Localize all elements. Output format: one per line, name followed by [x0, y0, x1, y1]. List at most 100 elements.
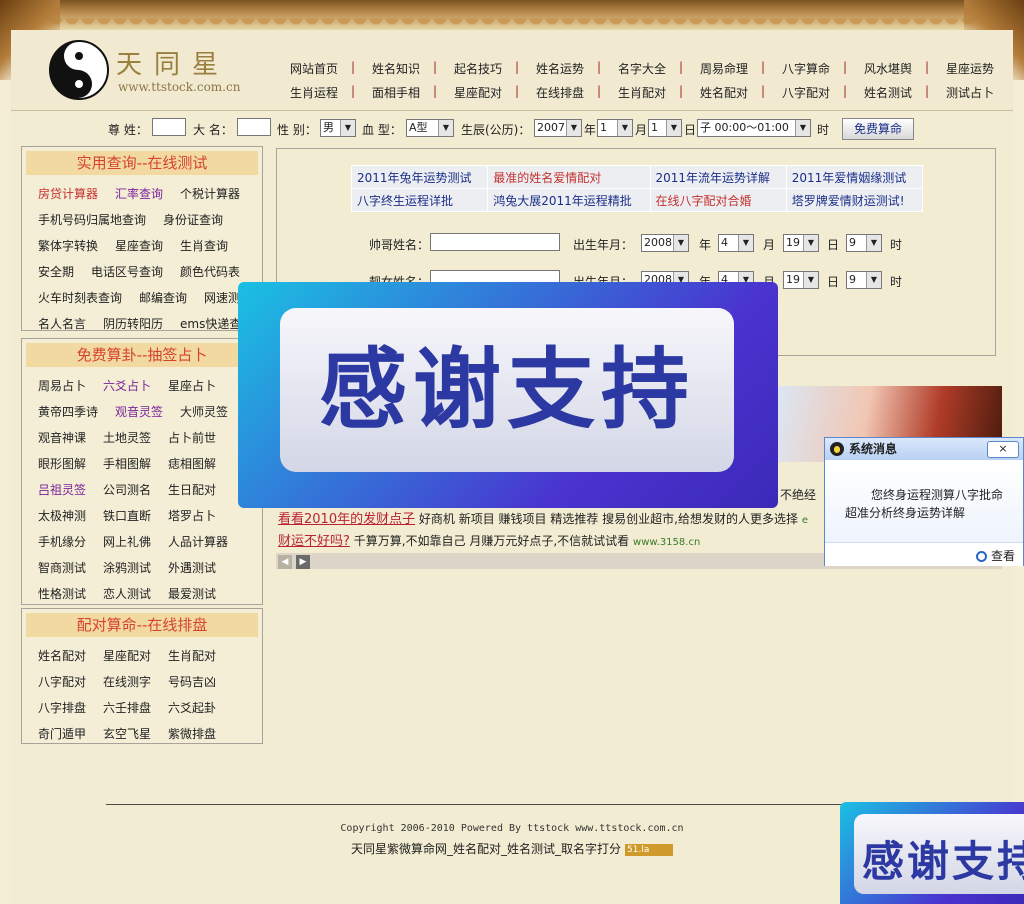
sidebar-link[interactable]: 公司测名 — [103, 477, 151, 503]
sidebar-link[interactable]: 生肖配对 — [168, 643, 216, 669]
featured-link[interactable]: 最准的姓名爱情配对 — [487, 165, 651, 189]
female-hour-select[interactable]: 9 ▼ — [846, 271, 882, 289]
sidebar-link[interactable]: 在线测字 — [103, 669, 151, 695]
nav-link[interactable]: 姓名运势 — [515, 60, 601, 77]
message-line-2[interactable]: 超准分析终身运势详解 — [845, 504, 965, 521]
featured-link[interactable]: 塔罗牌爱情财运测试! — [785, 188, 924, 212]
birth-hour-select[interactable]: 子 00:00～01:00 ▼ — [697, 119, 811, 137]
sidebar-link[interactable]: 黄帝四季诗 — [38, 399, 98, 425]
nav-link[interactable]: 风水堪舆 — [843, 60, 929, 77]
featured-link[interactable]: 2011年流年运势详解 — [649, 165, 787, 189]
sidebar-link[interactable]: 网上礼佛 — [103, 529, 151, 555]
featured-link[interactable]: 2011年爱情姻缘测试 — [785, 165, 924, 189]
male-year-select[interactable]: 2008 ▼ — [641, 234, 689, 252]
nav-link[interactable]: 姓名知识 — [351, 60, 437, 77]
male-hour-select[interactable]: 9 ▼ — [846, 234, 882, 252]
name-input[interactable] — [237, 118, 271, 136]
nav-link[interactable]: 面相手相 — [351, 84, 437, 101]
stats-badge[interactable]: 51.la — [625, 843, 673, 856]
sidebar-link[interactable]: 性格测试 — [38, 581, 86, 607]
featured-link[interactable]: 鸿兔大展2011年运程精批 — [487, 188, 651, 212]
sidebar-link[interactable]: 星座配对 — [103, 643, 151, 669]
sidebar-link[interactable]: 六壬排盘 — [103, 695, 151, 721]
nav-link[interactable]: 生肖运程 — [273, 84, 355, 101]
birth-month-select[interactable]: 1 ▼ — [597, 119, 633, 137]
gender-select[interactable]: 男 ▼ — [320, 119, 356, 137]
sidebar-link[interactable]: 房贷计算器 — [38, 181, 98, 207]
sidebar-link[interactable]: 八字配对 — [38, 669, 86, 695]
thanks-popup-small[interactable]: 感谢支持 — [840, 802, 1024, 904]
sidebar-link[interactable]: 痣相图解 — [168, 451, 216, 477]
sidebar-link[interactable]: 铁口直断 — [103, 503, 151, 529]
sidebar-link[interactable]: 个税计算器 — [180, 181, 240, 207]
sidebar-link[interactable]: 涂鸦测试 — [103, 555, 151, 581]
view-button[interactable]: 查看 — [975, 547, 1015, 564]
nav-link[interactable]: 在线排盘 — [515, 84, 601, 101]
sidebar-link[interactable]: 火车时刻表查询 — [38, 285, 122, 311]
nav-link[interactable]: 姓名配对 — [679, 84, 765, 101]
sidebar-link[interactable]: 周易占卜 — [38, 373, 86, 399]
birth-day-select[interactable]: 1 ▼ — [648, 119, 682, 137]
thanks-popup-large[interactable]: 感谢支持 — [238, 282, 778, 508]
sidebar-link[interactable]: 姓名配对 — [38, 643, 86, 669]
nav-link[interactable]: 生肖配对 — [597, 84, 683, 101]
nav-link[interactable]: 姓名测试 — [843, 84, 929, 101]
sidebar-link[interactable]: 吕祖灵签 — [38, 477, 86, 503]
sidebar-link[interactable]: 六爻占卜 — [103, 373, 151, 399]
featured-link[interactable]: 八字终生运程详批 — [350, 188, 489, 212]
sidebar-link[interactable]: 颜色代码表 — [180, 259, 240, 285]
sidebar-link[interactable]: 手机号码归属地查询 — [38, 207, 146, 233]
yin-yang-logo-icon[interactable] — [49, 40, 109, 100]
sidebar-link[interactable]: 大师灵签 — [180, 399, 228, 425]
sidebar-link[interactable]: 生肖查询 — [180, 233, 228, 259]
sidebar-link[interactable]: 太极神测 — [38, 503, 86, 529]
featured-link[interactable]: 在线八字配对合婚 — [649, 188, 787, 212]
chevron-left-icon[interactable]: ◀ — [278, 555, 292, 569]
sidebar-link[interactable]: 外遇测试 — [168, 555, 216, 581]
sidebar-link[interactable]: 观音灵签 — [115, 399, 163, 425]
nav-link[interactable]: 测试占卜 — [925, 84, 1011, 101]
nav-link[interactable]: 名字大全 — [597, 60, 683, 77]
sidebar-link[interactable]: 奇门遁甲 — [38, 721, 86, 747]
sidebar-link[interactable]: 阴历转阳历 — [103, 311, 163, 337]
nav-link[interactable]: 星座运势 — [925, 60, 1011, 77]
sidebar-link[interactable]: 塔罗占卜 — [168, 503, 216, 529]
male-month-select[interactable]: 4 ▼ — [718, 234, 754, 252]
sidebar-link[interactable]: 人品计算器 — [168, 529, 228, 555]
sidebar-link[interactable]: 手机缘分 — [38, 529, 86, 555]
male-day-select[interactable]: 19 ▼ — [783, 234, 819, 252]
sidebar-link[interactable]: 手相图解 — [103, 451, 151, 477]
blood-type-select[interactable]: A型 ▼ — [406, 119, 454, 137]
nav-link[interactable]: 八字算命 — [761, 60, 847, 77]
male-name-input[interactable] — [430, 233, 560, 251]
nav-link[interactable]: 网站首页 — [273, 60, 355, 77]
free-fortune-button[interactable]: 免费算命 — [842, 118, 914, 140]
sidebar-link[interactable]: 身份证查询 — [163, 207, 223, 233]
sidebar-link[interactable]: 观音神课 — [38, 425, 86, 451]
ad-link[interactable]: 看看2010年的发财点子 — [278, 512, 415, 527]
sidebar-link[interactable]: 八字排盘 — [38, 695, 86, 721]
chevron-right-icon[interactable]: ▶ — [296, 555, 310, 569]
surname-input[interactable] — [152, 118, 186, 136]
sidebar-link[interactable]: 安全期 — [38, 259, 74, 285]
birth-year-select[interactable]: 2007 ▼ — [534, 119, 582, 137]
sidebar-link[interactable]: 邮编查询 — [139, 285, 187, 311]
sidebar-link[interactable]: 六爻起卦 — [168, 695, 216, 721]
sidebar-link[interactable]: 占卜前世 — [168, 425, 216, 451]
sidebar-link[interactable]: 繁体字转换 — [38, 233, 98, 259]
featured-link[interactable]: 2011年兔年运势测试 — [350, 165, 489, 189]
sidebar-link[interactable]: 名人名言 — [38, 311, 86, 337]
sidebar-link[interactable]: 恋人测试 — [103, 581, 151, 607]
message-line-1[interactable]: 您终身运程测算八字批命 — [871, 486, 1003, 503]
nav-link[interactable]: 八字配对 — [761, 84, 847, 101]
nav-link[interactable]: 周易命理 — [679, 60, 765, 77]
sidebar-link[interactable]: 星座查询 — [115, 233, 163, 259]
sidebar-link[interactable]: 土地灵签 — [103, 425, 151, 451]
sidebar-link[interactable]: 智商测试 — [38, 555, 86, 581]
sidebar-link[interactable]: 汇率查询 — [115, 181, 163, 207]
sidebar-link[interactable]: 紫微排盘 — [168, 721, 216, 747]
nav-link[interactable]: 星座配对 — [433, 84, 519, 101]
sidebar-link[interactable]: 眼形图解 — [38, 451, 86, 477]
close-button[interactable]: × — [987, 441, 1019, 458]
sidebar-link[interactable]: 玄空飞星 — [103, 721, 151, 747]
